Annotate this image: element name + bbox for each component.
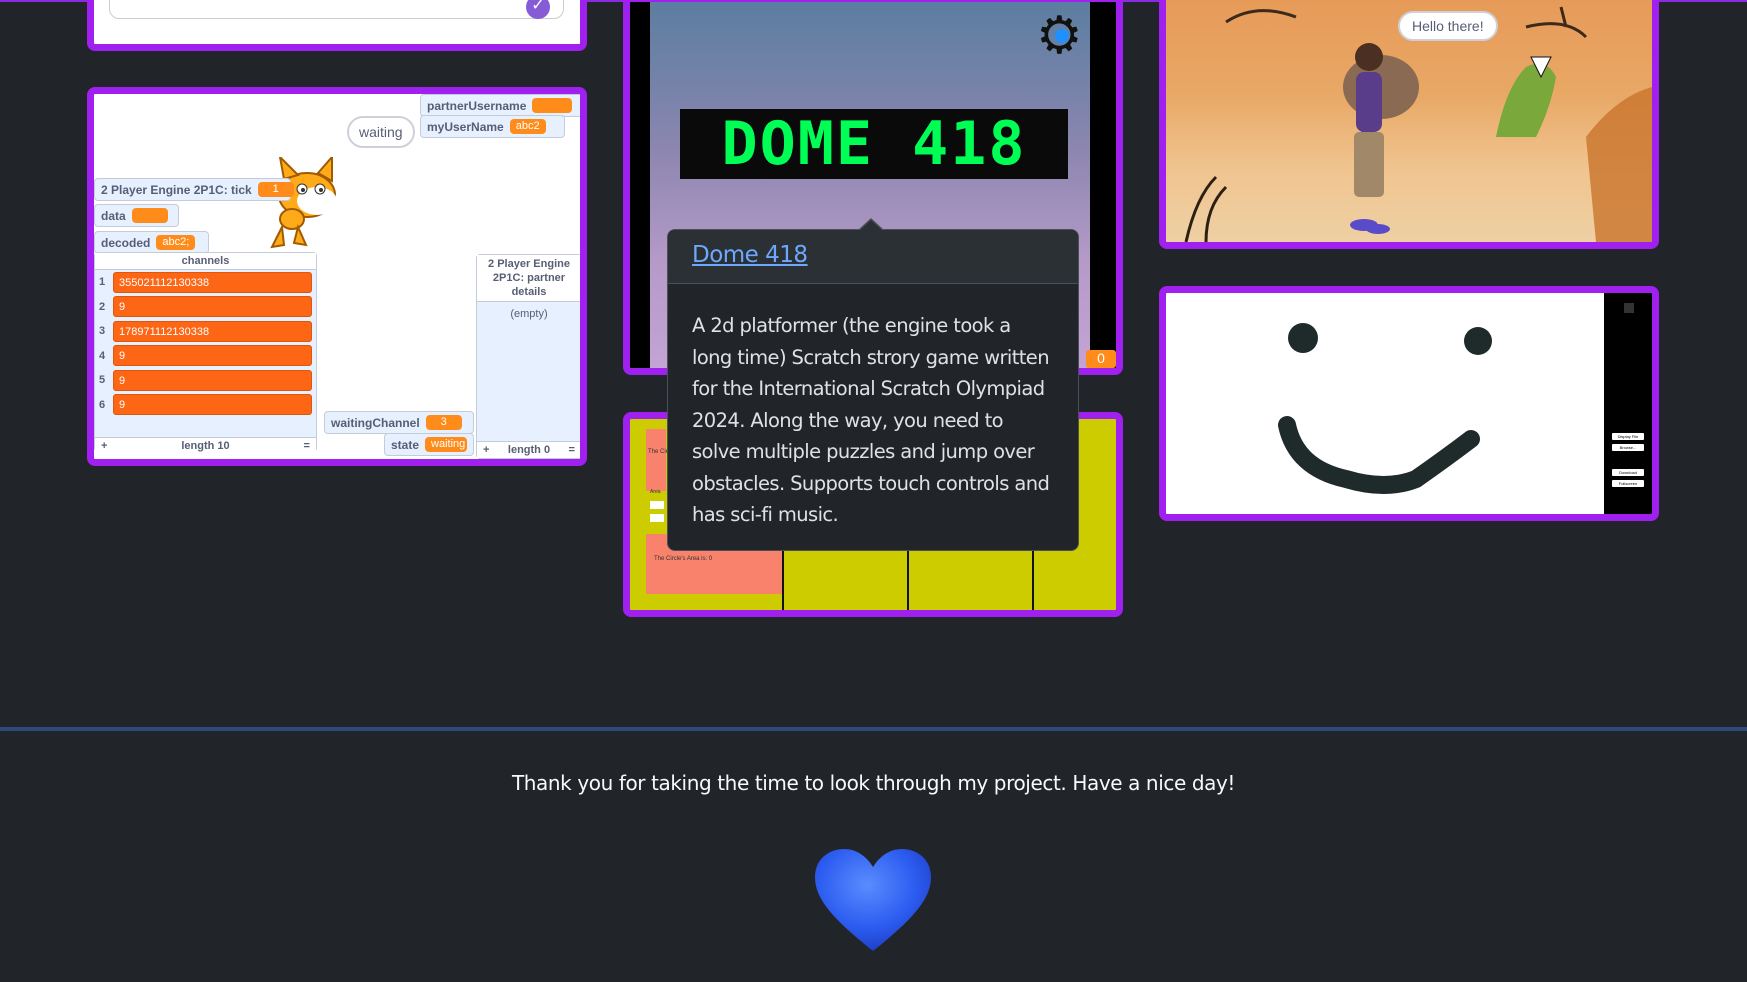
- monitor-partner-username: partnerUsername: [420, 94, 580, 117]
- paint-buttons: Display File Browse... Download Fullscreen: [1612, 433, 1644, 491]
- paint-button[interactable]: Display File: [1612, 433, 1644, 440]
- monitor-my-user-name: myUserName abc2: [420, 115, 565, 138]
- monitor-engine-tick: 2 Player Engine 2P1C: tick 1: [94, 178, 294, 201]
- list-item-value[interactable]: 9: [113, 345, 312, 367]
- paint-button[interactable]: Fullscreen: [1612, 480, 1644, 487]
- popover-description: A 2d platformer (the engine took a long …: [692, 314, 1050, 526]
- list-item-value[interactable]: 178971112130338: [113, 320, 312, 342]
- list-item-value[interactable]: 9: [113, 369, 312, 391]
- list-item-index: 1: [99, 276, 106, 289]
- list-add-button[interactable]: +: [101, 440, 107, 452]
- speech-bubble-hello: Hello there!: [1398, 11, 1498, 41]
- scratch-cat-sprite: [270, 157, 337, 249]
- list-channels-footer: + length 10 =: [95, 437, 316, 454]
- list-item-value[interactable]: 9: [113, 296, 312, 318]
- circle-small-label: Area: [650, 489, 661, 495]
- project-card-savanna[interactable]: Hello there!: [1159, 0, 1659, 249]
- list-item[interactable]: 3 178971112130338: [95, 319, 316, 344]
- popover-header: Dome 418: [668, 230, 1078, 284]
- list-length: length 10: [181, 440, 230, 452]
- list-item[interactable]: 69: [95, 393, 316, 418]
- list-item-value[interactable]: 355021112130338: [113, 271, 312, 293]
- list-partner-title: 2 Player Engine 2P1C: partner details: [477, 255, 580, 302]
- monitor-waiting-channel: waitingChannel 3: [324, 411, 474, 434]
- list-channels[interactable]: channels 1 355021112130338 2 9 3 178971112130…: [94, 252, 317, 454]
- project-card-multiplayer[interactable]: partnerUsername myUserName abc2 waiting …: [87, 87, 587, 466]
- color-swatch[interactable]: [1624, 303, 1634, 313]
- smiley-drawing: [1278, 323, 1492, 494]
- paint-button[interactable]: Browse...: [1612, 444, 1644, 451]
- list-item[interactable]: 49: [95, 344, 316, 369]
- speech-bubble-waiting: waiting: [347, 116, 415, 148]
- list-item-index: 2: [99, 300, 106, 313]
- score-badge: 0: [1086, 350, 1116, 368]
- dome-logo: DOME 418: [680, 109, 1068, 179]
- paint-sidebar: Display File Browse... Download Fullscreen: [1604, 293, 1652, 514]
- project-card-chat[interactable]: ✓: [87, 0, 587, 51]
- list-length: length 0: [507, 444, 551, 456]
- list-partner-empty: (empty): [510, 308, 548, 320]
- list-item-index: 6: [99, 398, 106, 411]
- monitor-data: data: [94, 204, 179, 227]
- list-partner-details[interactable]: 2 Player Engine 2P1C: partner details (e…: [476, 254, 580, 459]
- list-item-index: 3: [99, 325, 106, 338]
- list-item-value[interactable]: 9: [113, 394, 312, 416]
- monitor-decoded: decoded abc2;: [94, 231, 209, 254]
- popover-title-link[interactable]: Dome 418: [692, 242, 808, 268]
- list-item-index: 5: [99, 374, 106, 387]
- circle-slider-1: [650, 501, 664, 509]
- list-item[interactable]: 1 355021112130338: [95, 270, 316, 295]
- blue-heart-icon: [815, 849, 931, 951]
- project-popover: Dome 418 A 2d platformer (the engine too…: [667, 218, 1079, 551]
- page-footer: Thank you for taking the time to look th…: [0, 727, 1747, 982]
- list-resize-handle[interactable]: =: [569, 444, 575, 456]
- paint-button[interactable]: Download: [1612, 469, 1644, 476]
- list-item[interactable]: 59: [95, 368, 316, 393]
- list-add-button[interactable]: +: [483, 444, 489, 456]
- circle-panel-top: The Circle: [646, 429, 675, 491]
- list-channels-rows: 1 355021112130338 2 9 3 178971112130338 4 9 5 9 6 9: [95, 270, 316, 440]
- gear-center-dot: [1055, 29, 1069, 43]
- list-item-index: 4: [99, 349, 106, 362]
- monitor-state: state waiting: [384, 433, 474, 456]
- list-resize-handle[interactable]: =: [304, 440, 310, 452]
- footer-thanks-text: Thank you for taking the time to look th…: [511, 771, 1236, 795]
- list-partner-footer: + length 0 =: [477, 441, 580, 458]
- chat-input: [109, 0, 564, 19]
- list-item[interactable]: 29: [95, 295, 316, 320]
- circle-slider-2: [650, 514, 664, 522]
- project-card-paint[interactable]: Display File Browse... Download Fullscreen: [1159, 286, 1659, 521]
- list-channels-title: channels: [95, 253, 316, 270]
